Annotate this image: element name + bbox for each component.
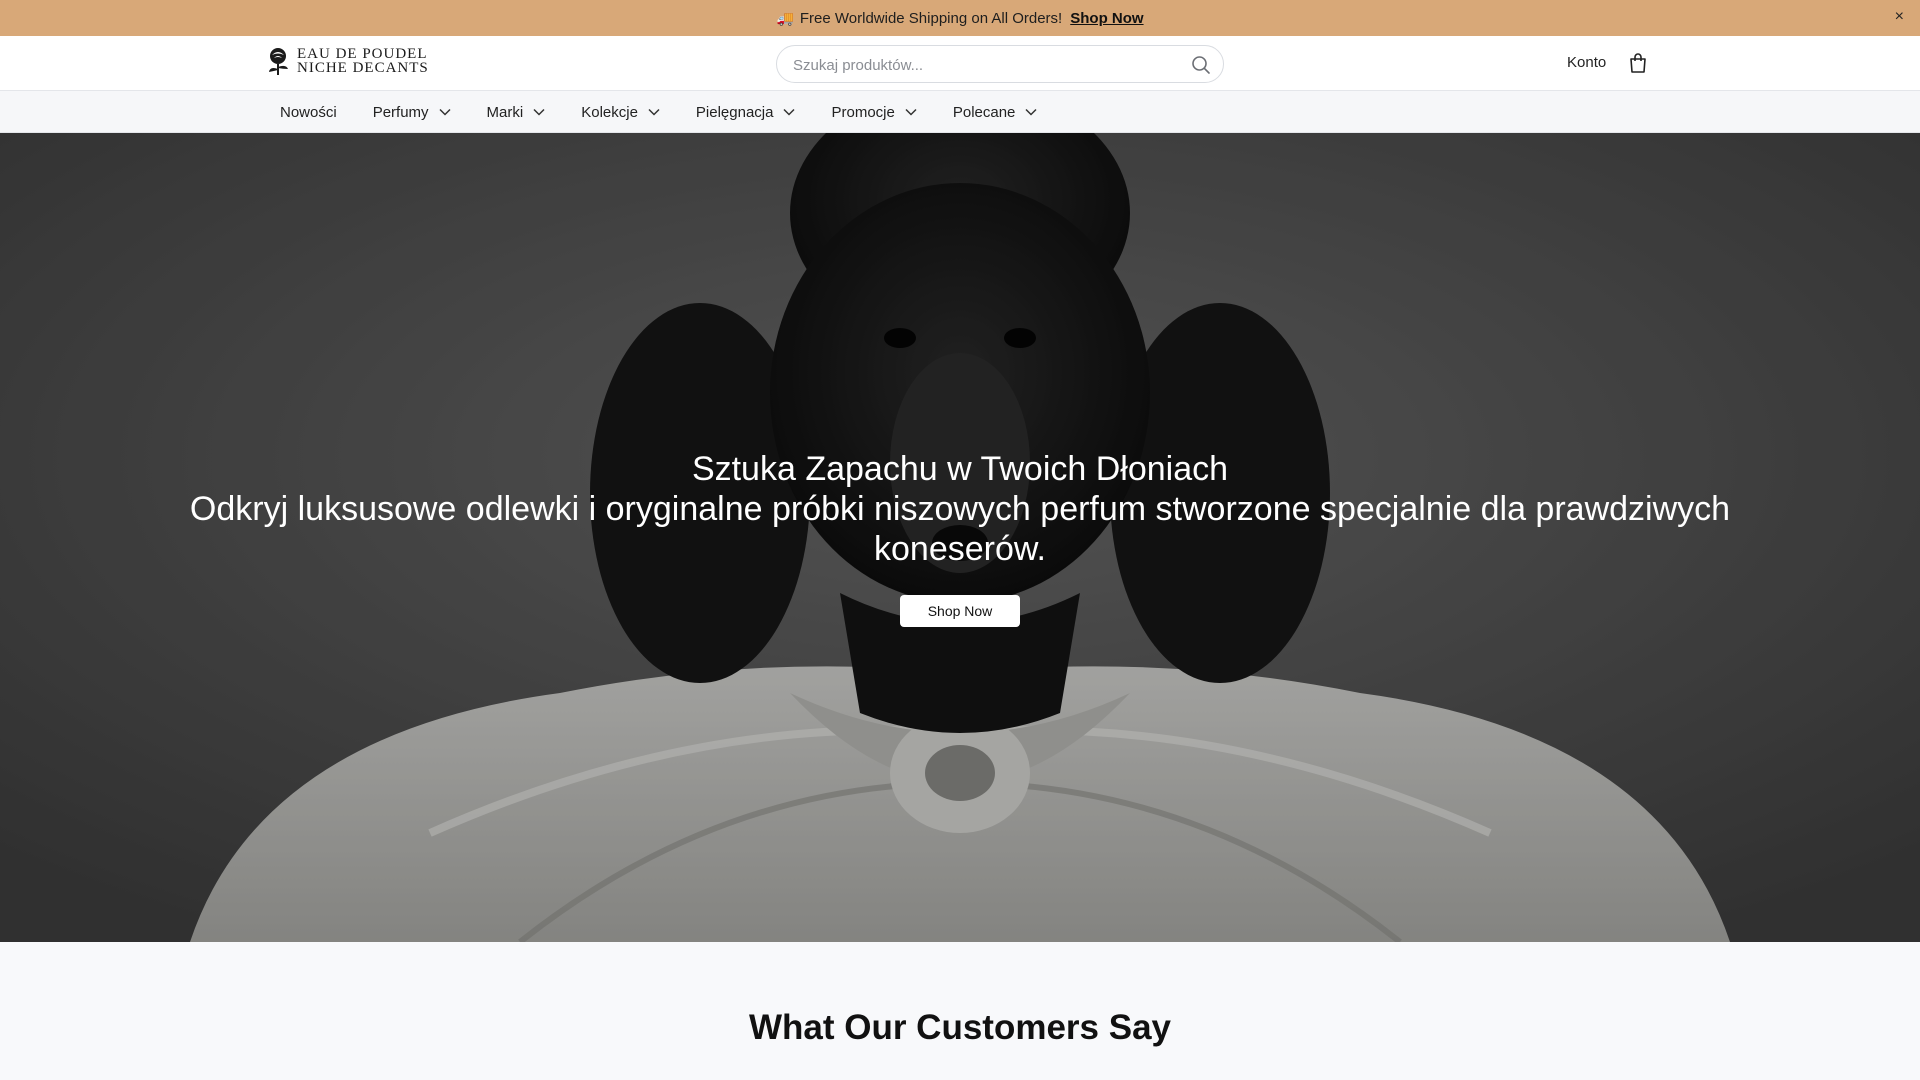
close-icon[interactable]: × (1895, 8, 1904, 26)
testimonials-heading: What Our Customers Say (748, 1008, 1172, 1047)
account-link[interactable]: Konto (1567, 54, 1606, 71)
nav-list: Nowości Perfumy Marki Kolekcje Pielęgnac… (280, 91, 1073, 133)
chevron-down-icon (905, 108, 917, 116)
announcement-text: Free Worldwide Shipping on All Orders! (799, 9, 1063, 27)
shopping-bag-icon[interactable] (1628, 52, 1648, 74)
testimonials-section: What Our Customers Say (0, 942, 1920, 1080)
hero-shop-now-button[interactable]: Shop Now (900, 595, 1020, 627)
logo-wordmark: EAU DE POUDEL NICHE DECANTS (297, 46, 429, 76)
nav-item-kolekcje[interactable]: Kolekcje (581, 104, 660, 121)
chevron-down-icon (533, 108, 545, 116)
hero-content: Sztuka Zapachu w Twoich Dłoniach Odkryj … (160, 449, 1760, 627)
logo-line-1: EAU DE POUDEL (297, 46, 428, 62)
nav-item-label: Perfumy (372, 103, 429, 121)
nav-item-label: Promocje (831, 103, 895, 121)
nav-item-pielegnacja[interactable]: Pielęgnacja (696, 104, 796, 121)
chevron-down-icon (648, 108, 660, 116)
nav-item-label: Polecane (952, 103, 1016, 121)
nav-item-nowosci[interactable]: Nowości (280, 104, 337, 121)
search-box (776, 45, 1224, 83)
chevron-down-icon (783, 108, 796, 116)
announcement-bar: 🚚 Free Worldwide Shipping on All Orders!… (0, 0, 1920, 36)
logo-line-2: NICHE DECANTS (297, 60, 429, 76)
logo[interactable]: EAU DE POUDEL NICHE DECANTS (264, 46, 429, 76)
chevron-down-icon (439, 108, 451, 116)
rose-logo-icon (269, 48, 288, 75)
search-input[interactable] (793, 55, 1173, 75)
nav-item-label: Pielęgnacja (695, 103, 774, 121)
truck-icon: 🚚 (776, 9, 794, 26)
site-header: EAU DE POUDEL NICHE DECANTS Konto (0, 36, 1920, 91)
main-nav: Nowości Perfumy Marki Kolekcje Pielęgnac… (0, 91, 1920, 133)
nav-item-polecane[interactable]: Polecane (953, 104, 1038, 121)
hero-subtitle: Odkryj luksusowe odlewki i oryginalne pr… (189, 490, 1731, 568)
search-icon[interactable] (1191, 55, 1211, 75)
nav-item-promocje[interactable]: Promocje (831, 103, 917, 121)
nav-item-label: Marki (486, 103, 524, 121)
announcement-shop-now-link[interactable]: Shop Now (1070, 10, 1143, 27)
chevron-down-icon (1025, 108, 1037, 116)
nav-item-perfumy[interactable]: Perfumy (373, 104, 451, 121)
nav-item-label: Nowości (280, 103, 337, 121)
hero-banner: Sztuka Zapachu w Twoich Dłoniach Odkryj … (0, 133, 1920, 942)
nav-item-marki[interactable]: Marki (487, 104, 546, 121)
nav-item-label: Kolekcje (581, 103, 638, 121)
hero-title: Sztuka Zapachu w Twoich Dłoniach (691, 450, 1229, 488)
